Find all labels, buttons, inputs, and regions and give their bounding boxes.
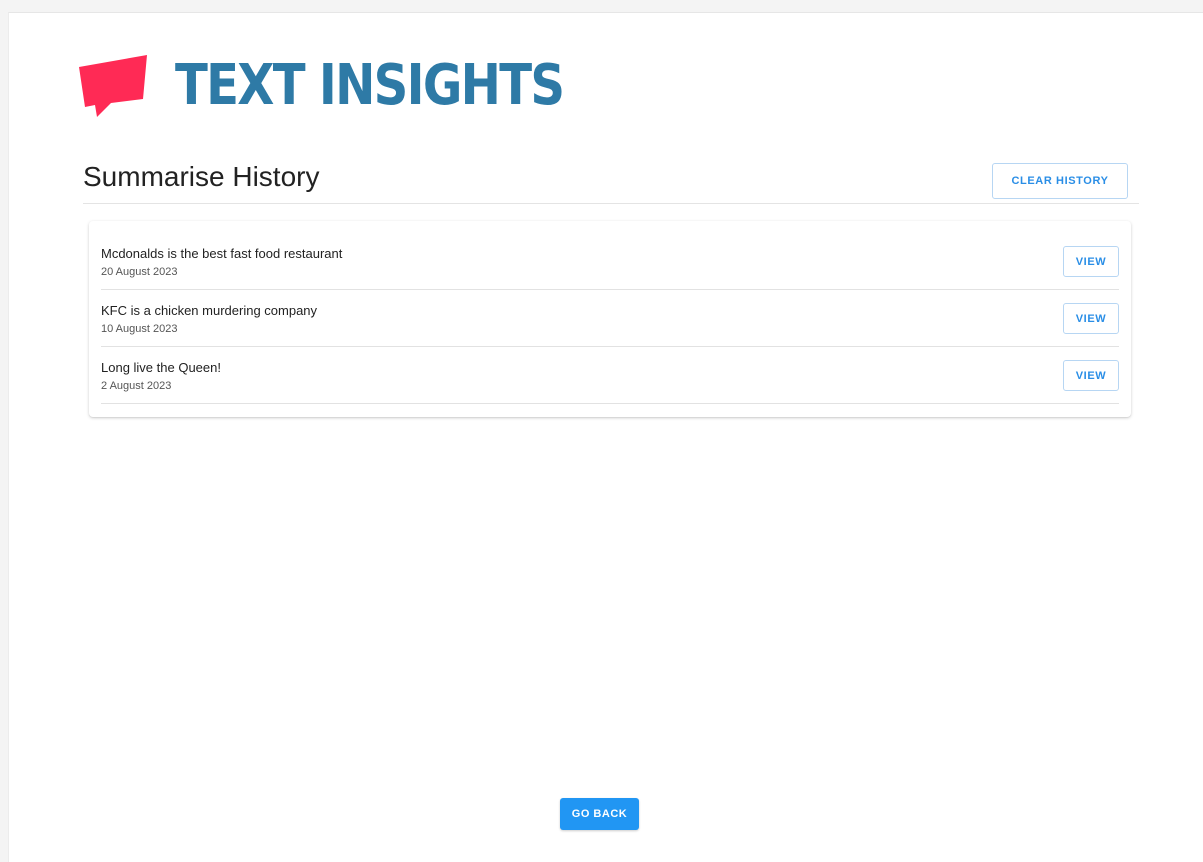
history-item-date: 2 August 2023 xyxy=(101,380,172,392)
view-button[interactable]: VIEW xyxy=(1063,246,1119,277)
history-list: Mcdonalds is the best fast food restaura… xyxy=(101,233,1119,404)
logo-text: TEXT INSIGHTS xyxy=(175,53,565,118)
page-title: Summarise History xyxy=(83,161,320,192)
history-item-title: Mcdonalds is the best fast food restaura… xyxy=(101,246,343,261)
history-item-date: 20 August 2023 xyxy=(101,266,178,278)
view-button[interactable]: VIEW xyxy=(1063,360,1119,391)
view-button[interactable]: VIEW xyxy=(1063,303,1119,334)
history-item-title: Long live the Queen! xyxy=(101,360,221,375)
page-container: TEXT INSIGHTS Summarise History CLEAR HI… xyxy=(8,12,1203,862)
title-divider xyxy=(83,203,1139,204)
history-card: Mcdonalds is the best fast food restaura… xyxy=(89,221,1131,417)
speech-bubble-icon xyxy=(79,55,147,117)
history-item-date: 10 August 2023 xyxy=(101,323,178,335)
history-item-title: KFC is a chicken murdering company xyxy=(101,303,318,318)
go-back-button[interactable]: GO BACK xyxy=(560,798,639,830)
clear-history-button[interactable]: CLEAR HISTORY xyxy=(992,163,1128,199)
list-item: Long live the Queen! 2 August 2023 VIEW xyxy=(101,347,1119,404)
app-logo: TEXT INSIGHTS xyxy=(77,53,627,119)
list-item: Mcdonalds is the best fast food restaura… xyxy=(101,233,1119,290)
list-item: KFC is a chicken murdering company 10 Au… xyxy=(101,290,1119,347)
